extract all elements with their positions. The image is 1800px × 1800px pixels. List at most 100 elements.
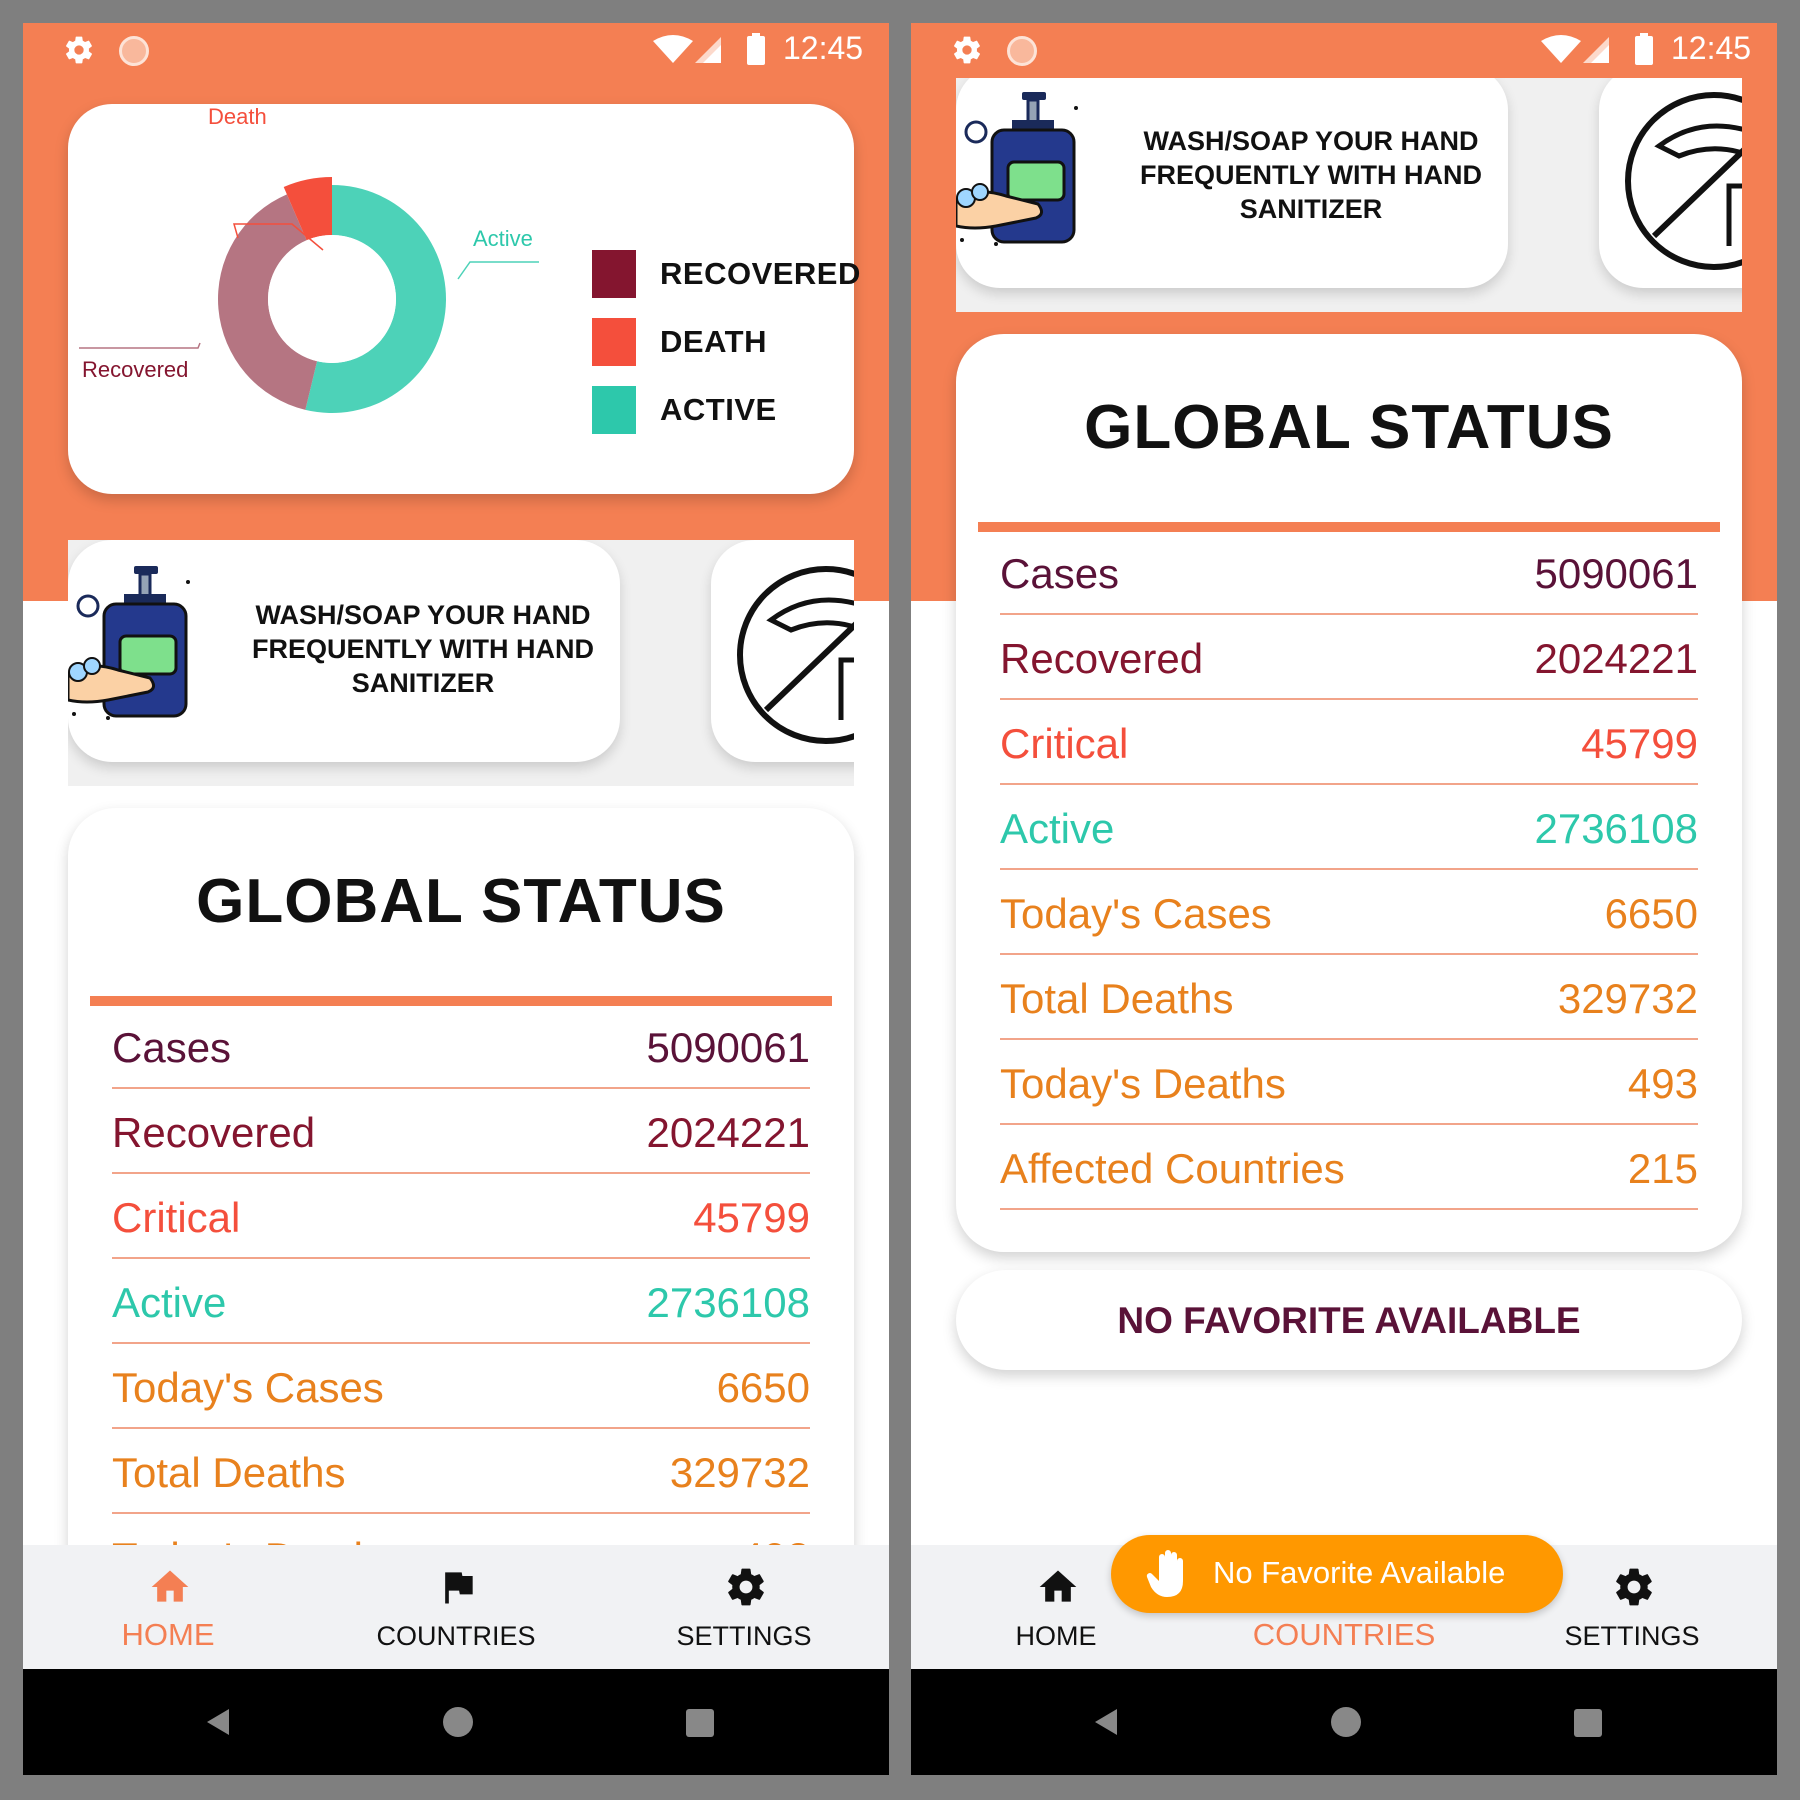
nav-countries-label: COUNTRIES: [1252, 1617, 1436, 1652]
stat-value: 329732: [669, 1449, 810, 1496]
recent-apps-icon[interactable]: [686, 1709, 714, 1737]
settings-gear-icon: [66, 36, 92, 64]
nav-settings-label: SETTINGS: [676, 1621, 812, 1651]
signal-icon: [695, 37, 721, 63]
no-favorite-label: NO FAVORITE AVAILABLE: [1117, 1300, 1581, 1341]
app-notification-icon: [1007, 36, 1037, 66]
tips-carousel[interactable]: WASH/SOAP YOUR HAND FREQUENTLY WITH HAND…: [68, 540, 854, 786]
global-status-card: GLOBAL STATUS Cases 5090061 Recovered 20242…: [68, 808, 854, 1545]
stat-row: Total Deaths 329732: [1000, 955, 1698, 1040]
recovered-callout-line: [79, 342, 201, 349]
nav-countries[interactable]: COUNTRIES: [311, 1545, 601, 1669]
scroll-viewport[interactable]: Death Active Recovered RECOVERED DEATH: [911, 78, 1777, 1545]
phone-screen-home-scrolled: 12:45 Death Active Recovered REC: [911, 23, 1777, 1775]
recovered-callout-label: Recovered: [82, 357, 188, 382]
system-navigation-bar: [911, 1669, 1777, 1775]
active-callout-line: [457, 261, 539, 280]
recent-apps-icon[interactable]: [1574, 1709, 1602, 1737]
chart-card: Death Active Recovered RECOVERED DEATH A…: [68, 104, 860, 494]
wifi-icon: [653, 35, 693, 63]
stat-value: 2736108: [646, 1279, 810, 1326]
active-callout-label: Active: [473, 226, 533, 251]
battery-icon: [747, 33, 765, 65]
stat-label: Recovered: [1000, 635, 1204, 682]
tip-card-wash-hands[interactable]: WASH/SOAP YOUR HAND FREQUENTLY WITH HAND…: [956, 78, 1508, 288]
stat-label: Affected Countries: [1000, 1145, 1345, 1192]
stat-label: Today's Cases: [1000, 890, 1272, 937]
back-icon[interactable]: [203, 1707, 233, 1737]
stat-row: Critical 45799: [1000, 700, 1698, 785]
nav-home-label: HOME: [121, 1617, 215, 1652]
system-navigation-bar: [23, 1669, 889, 1775]
stat-row: Recovered 2024221: [1000, 615, 1698, 700]
nav-countries-label: COUNTRIES: [376, 1621, 536, 1651]
stat-rows: Cases 5090061 Recovered 2024221 Critical 4579…: [1000, 530, 1698, 1210]
system-home-icon[interactable]: [443, 1707, 473, 1737]
stat-row: Total Deaths 329732: [112, 1429, 810, 1514]
stat-row: Active 2736108: [1000, 785, 1698, 870]
stat-label: Cases: [1000, 550, 1120, 597]
tip-text: WASH/SOAP YOUR HAND FREQUENTLY WITH HAND…: [1139, 126, 1482, 224]
stat-label: Cases: [112, 1024, 232, 1071]
home-icon: [1039, 1570, 1077, 1602]
wifi-icon: [1541, 35, 1581, 63]
nav-settings[interactable]: SETTINGS: [599, 1545, 889, 1669]
hand-wash-icon: [956, 92, 1078, 246]
stat-label: Today's Cases: [112, 1364, 384, 1411]
stat-row: Today's Cases 6650: [1000, 870, 1698, 955]
stat-value: 6650: [1604, 890, 1698, 937]
status-bar: 12:45: [23, 23, 889, 78]
tip-card-wash-hands[interactable]: WASH/SOAP YOUR HAND FREQUENTLY WITH HAND…: [68, 540, 620, 762]
back-icon[interactable]: [1091, 1707, 1121, 1737]
settings-gear-icon: [954, 36, 980, 64]
tip-card-face-mask[interactable]: [1599, 78, 1742, 288]
nav-home[interactable]: HOME: [23, 1545, 313, 1669]
tip-card-face-mask[interactable]: [711, 540, 854, 762]
legend-swatch: [592, 386, 636, 434]
toast-text: No Favorite Available: [1213, 1555, 1506, 1590]
stat-value: 2736108: [1534, 805, 1698, 852]
stat-label: Recovered: [112, 1109, 316, 1156]
no-touch-face-icon: [1625, 92, 1742, 270]
stat-row: Cases 5090061: [112, 1004, 810, 1089]
stat-row: Cases 5090061: [1000, 530, 1698, 615]
settings-icon: [1616, 1568, 1652, 1606]
status-bar: 12:45: [911, 23, 1777, 78]
favorites-card: NO FAVORITE AVAILABLE: [956, 1270, 1742, 1370]
stat-value: 2024221: [1534, 635, 1698, 682]
toast-message: No Favorite Available: [1111, 1535, 1563, 1613]
scroll-viewport[interactable]: Death Active Recovered RECOVERED DEATH: [23, 78, 889, 1545]
legend-label: ACTIVE: [660, 392, 777, 427]
global-status-card: GLOBAL STATUS Cases 5090061 Recovered 20242…: [956, 334, 1742, 1252]
stat-value: 5090061: [646, 1024, 810, 1071]
stat-value: 2024221: [646, 1109, 810, 1156]
stat-label: Today's Deaths: [1000, 1060, 1286, 1107]
stat-label: Critical: [1000, 720, 1129, 767]
system-home-icon[interactable]: [1331, 1707, 1361, 1737]
stat-label: Total Deaths: [1000, 975, 1234, 1022]
stat-value: 215: [1627, 1145, 1698, 1192]
battery-icon: [1635, 33, 1653, 65]
donut-hole: [268, 235, 396, 363]
stat-row: Active 2736108: [112, 1259, 810, 1344]
stat-value: 493: [1627, 1060, 1698, 1107]
settings-icon: [728, 1568, 764, 1606]
legend-label: RECOVERED: [660, 256, 861, 291]
flag-icon: [445, 1572, 473, 1604]
bottom-navigation: HOME COUNTRIES SETTINGS: [23, 1545, 889, 1669]
stat-value: 45799: [1581, 720, 1698, 767]
legend-swatch: [592, 250, 636, 298]
no-touch-face-icon: [737, 566, 854, 744]
legend-item-recovered: RECOVERED: [592, 240, 861, 308]
global-status-title: GLOBAL STATUS: [1084, 393, 1614, 462]
stat-label: Active: [112, 1279, 227, 1326]
death-callout-label: Death: [208, 104, 267, 129]
tips-carousel[interactable]: WASH/SOAP YOUR HAND FREQUENTLY WITH HAND…: [956, 78, 1742, 312]
nav-settings-label: SETTINGS: [1564, 1621, 1700, 1651]
legend-swatch: [592, 318, 636, 366]
hand-stop-icon: [1146, 1550, 1183, 1597]
hand-wash-icon: [68, 566, 190, 720]
nav-home-label: HOME: [1015, 1621, 1097, 1651]
status-time: 12:45: [783, 30, 864, 66]
stat-value: 493: [740, 1534, 810, 1545]
